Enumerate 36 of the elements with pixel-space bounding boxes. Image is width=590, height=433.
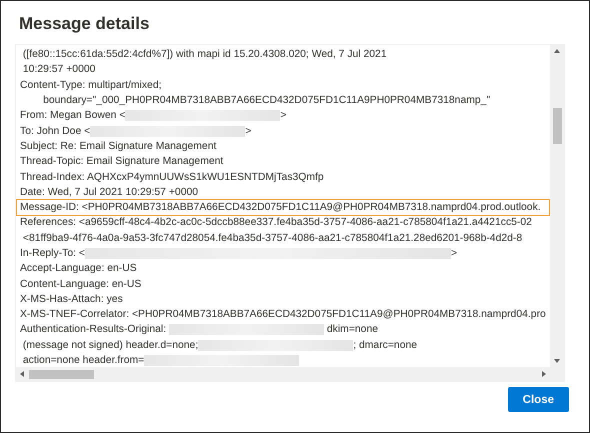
scroll-down-icon[interactable]	[554, 358, 560, 364]
header-text: >	[450, 248, 458, 259]
header-text: Date: Wed, 7 Jul 2021 10:29:57 +0000	[20, 186, 198, 198]
scrollbar-thumb[interactable]	[29, 370, 94, 378]
dialog-title: Message details	[19, 13, 150, 35]
header-text: X-MS-Has-Attach: yes	[20, 294, 123, 305]
scrollbar-thumb[interactable]	[552, 108, 562, 144]
header-text: From: Megan Bowen <	[20, 110, 126, 122]
scroll-up-icon[interactable]	[554, 48, 560, 54]
header-text: ; dmarc=none	[353, 340, 418, 351]
header-text: (message not signed) header.d=none;	[22, 340, 198, 351]
header-text: dkim=none	[326, 324, 378, 336]
header-text: To: John Doe <	[20, 126, 90, 137]
header-text: Thread-Topic: Email Signature Management	[20, 156, 224, 168]
header-text: 10:29:57 +0000	[22, 64, 96, 76]
header-text: >	[245, 126, 252, 137]
vertical-scrollbar[interactable]	[550, 45, 564, 367]
header-text: Thread-Index: AQHXcxP4ymnUUWsS1kWU1ESNTDMjTas3Qmfp	[20, 172, 324, 183]
close-button[interactable]: Close	[508, 387, 569, 412]
scroll-right-icon[interactable]	[541, 371, 547, 377]
header-text: ([fe80::15cc:61da:55d2:4cfd%7]) with mapi id 15.20.4308.020; Wed, 7 Jul 2021	[22, 49, 387, 60]
header-text: Authentication-Results-Original:	[20, 324, 168, 336]
header-text: Content-Type: multipart/mixed;	[20, 80, 162, 91]
header-text: boundary="_000_PH0PR04MB7318ABB7A66ECD432D075FD1C11A9PH0PR04MB7318namp_"	[42, 95, 490, 106]
header-text: Accept-Language: en-US	[20, 263, 137, 274]
header-text: In-Reply-To: <	[20, 248, 85, 259]
header-text: X-MS-TNEF-Correlator: <PH0PR04MB7318ABB7A66ECD432D075FD1C11A9@PH0PR04MB7318.namprd04.pro	[20, 309, 546, 320]
header-text: Content-Language: en-US	[20, 278, 142, 290]
scroll-left-icon[interactable]	[19, 371, 25, 377]
header-text: >	[280, 110, 286, 122]
header-text: Subject: Re: Email Signature Management	[20, 140, 216, 152]
header-text: References: <a9659cff-48c4-4b2c-ac0c-5dccb88ee337.fe4ba35d-3757-4086-aa21-c785804f1a21.a4421cc5-02	[20, 217, 532, 228]
horizontal-scrollbar[interactable]	[16, 367, 550, 381]
header-text: <81ff9ba9-4f76-4a0a-9a53-3fc747d28054.fe4ba35d-3757-4086-aa21-c785804f1a21.28ed6201-968b-4d2d-8	[22, 232, 522, 244]
header-text: Message-ID: <PH0PR04MB7318ABB7A66ECD432D075FD1C11A9@PH0PR04MB7318.namprd04.prod.outlook.	[20, 202, 541, 214]
header-text: action=none header.from=	[22, 355, 144, 366]
